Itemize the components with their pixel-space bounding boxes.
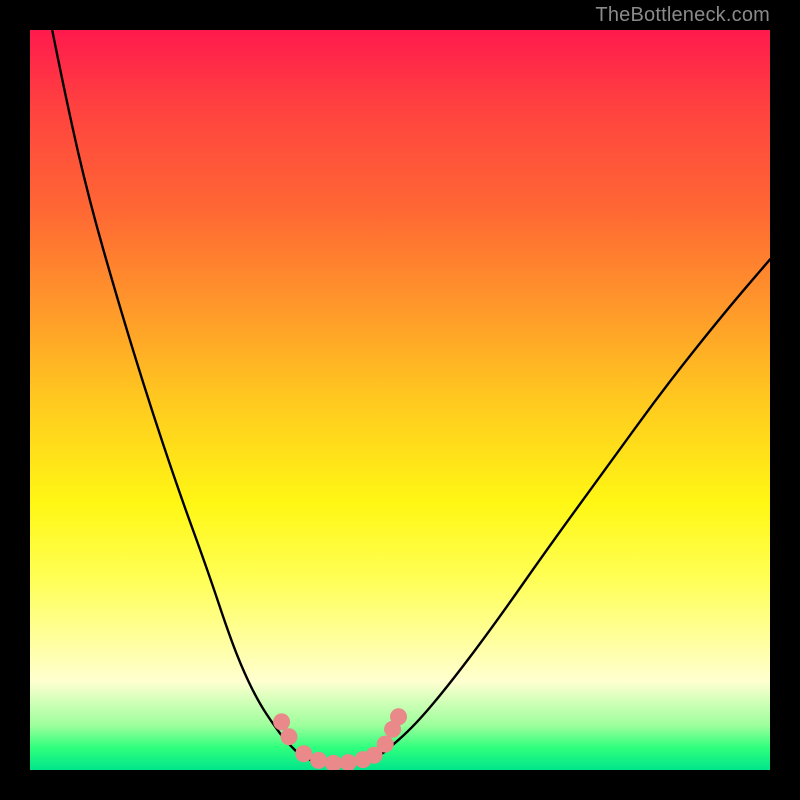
curve-markers bbox=[273, 708, 407, 770]
curve-marker bbox=[273, 713, 290, 730]
bottleneck-curve bbox=[52, 30, 770, 765]
curve-marker bbox=[390, 708, 407, 725]
curve-marker bbox=[310, 752, 327, 769]
curve-marker bbox=[340, 754, 357, 770]
chart-svg bbox=[30, 30, 770, 770]
curve-marker bbox=[295, 745, 312, 762]
curve-marker bbox=[325, 755, 342, 770]
figure-container: TheBottleneck.com bbox=[0, 0, 800, 800]
watermark-text: TheBottleneck.com bbox=[595, 4, 770, 27]
curve-marker bbox=[281, 728, 298, 745]
curve-marker bbox=[377, 736, 394, 753]
plot-area bbox=[30, 30, 770, 770]
